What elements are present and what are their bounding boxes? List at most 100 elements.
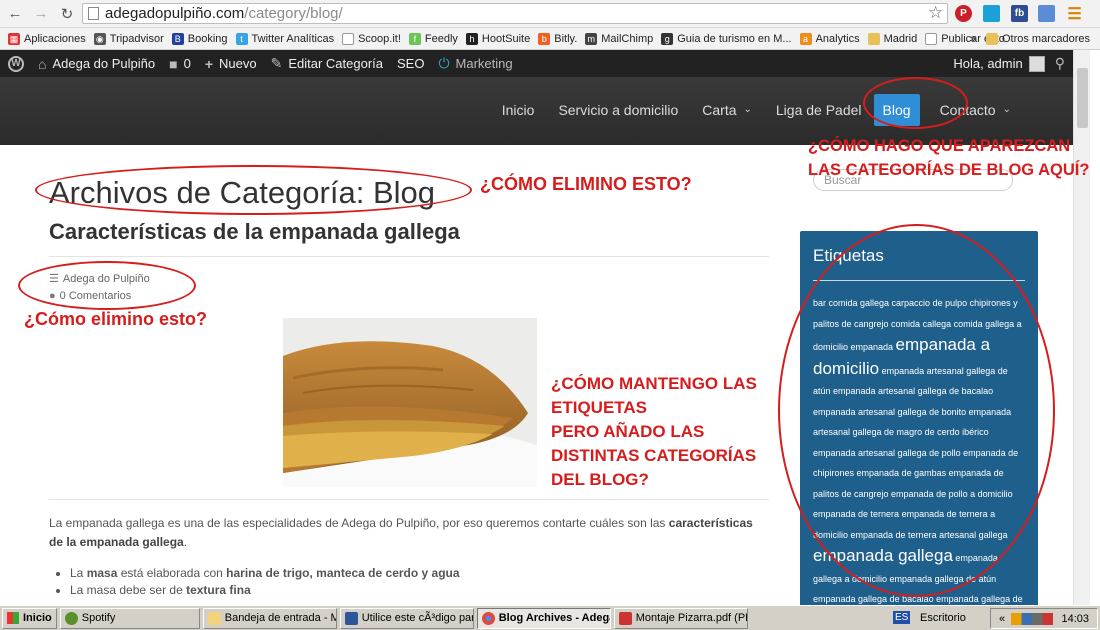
bookmark-scoopit[interactable]: Scoop.it! — [342, 32, 401, 45]
bookmark-analytics[interactable]: a Analytics — [799, 32, 860, 45]
task-outlook[interactable]: Bandeja de entrada - Mic... — [202, 607, 337, 629]
back-arrow-icon[interactable]: ← — [4, 3, 26, 25]
annotation-tags-categories: ¿CÓMO MANTENGO LAS ETIQUETAS PERO AÑADO … — [551, 374, 757, 489]
menu-item-carta[interactable]: Carta ⌄ — [690, 94, 764, 126]
post-title[interactable]: Características de la empanada gallega — [49, 219, 460, 245]
extension-icon[interactable] — [983, 5, 1000, 22]
url-domain: adegadopulpiño.com — [105, 5, 245, 22]
owl-icon: ◉ — [93, 32, 106, 45]
empanada-image[interactable] — [283, 318, 537, 487]
taskbar: Inicio Spotify Bandeja de entrada - Mic.… — [0, 605, 1100, 630]
post-excerpt: La empanada gallega es una de las especi… — [49, 516, 753, 549]
post-list: La masa está elaborada con harina de tri… — [70, 565, 460, 599]
seo-link[interactable]: SEO — [397, 56, 424, 71]
divider — [49, 256, 769, 257]
page-icon — [925, 32, 938, 45]
marketing-link[interactable]: ⏻ Marketing — [438, 55, 512, 72]
chevron-down-icon: ⌄ — [743, 104, 752, 115]
post-comments[interactable]: ● 0 Comentarios — [49, 290, 131, 302]
tag-cloud[interactable]: bar comida gallega carpaccio de pulpo ch… — [813, 293, 1027, 610]
avatar[interactable] — [1028, 55, 1045, 72]
analytics-icon: a — [799, 32, 812, 45]
plus-icon: + — [204, 55, 214, 72]
bookmark-guia[interactable]: g Guia de turismo en M... — [661, 32, 792, 45]
page-icon — [342, 32, 355, 45]
task-pdf[interactable]: Montaje Pizarra.pdf (PR... — [613, 607, 748, 629]
comments-link[interactable]: ■ 0 — [169, 56, 191, 72]
language-indicator[interactable]: ES — [893, 611, 911, 624]
page-content: Archivos de Categoría: Blog Característi… — [0, 145, 1073, 611]
scrollbar-thumb[interactable] — [1077, 68, 1088, 128]
bookmark-mailchimp[interactable]: m MailChimp — [585, 32, 653, 45]
comment-icon: ■ — [169, 55, 178, 72]
bookmark-twitter[interactable]: t Twitter Analíticas — [235, 32, 334, 45]
annotation-remove-meta: ¿Cómo elimino esto? — [24, 309, 208, 329]
apps-icon: ▦ — [8, 32, 20, 45]
start-button[interactable]: Inicio — [2, 607, 57, 629]
task-word[interactable]: Utilice este cÃ³digo para ... — [339, 607, 474, 629]
bookmark-tripadvisor[interactable]: ◉ Tripadvisor — [93, 32, 164, 45]
edit-category-link[interactable]: ✎ Editar Categoría — [271, 55, 383, 72]
bookmark-madrid[interactable]: Madrid — [867, 32, 917, 45]
folder-icon — [867, 32, 880, 45]
chrome-icon — [481, 611, 495, 625]
menu-item-contacto[interactable]: Contacto ⌄ — [928, 94, 1023, 126]
annotation-remove-title: ¿CÓMO ELIMINO ESTO? — [480, 174, 692, 194]
menu-item-liga[interactable]: Liga de Padel — [764, 94, 874, 126]
bookmark-star-icon[interactable]: ☆ — [928, 3, 943, 23]
clock[interactable]: 14:03 — [1061, 613, 1089, 625]
comment-icon: ● — [49, 290, 56, 302]
menu-icon[interactable]: ☰ — [1066, 5, 1083, 23]
widget-title: Etiquetas — [813, 246, 884, 265]
desktop-toolbar[interactable]: Escritorio — [920, 612, 966, 624]
list-item: La masa está elaborada con harina de tri… — [70, 565, 460, 582]
system-tray: « 14:03 — [990, 608, 1098, 629]
bookmark-hootsuite[interactable]: h HootSuite — [465, 32, 530, 45]
more-bookmarks-button[interactable]: » — [970, 33, 976, 45]
archive-title: Archivos de Categoría: Blog — [49, 175, 435, 210]
list-icon: ☰ — [49, 273, 59, 285]
bookmarks-bar: ▦ Aplicaciones ◉ Tripadvisor B Booking t Twi… — [0, 28, 1100, 50]
bookmark-feedly[interactable]: f Feedly — [408, 32, 458, 45]
bookmark-booking[interactable]: B Booking — [171, 32, 228, 45]
feedly-icon: f — [408, 32, 421, 45]
booking-icon: B — [171, 32, 184, 45]
wordpress-logo-icon[interactable]: W — [8, 55, 24, 72]
forward-arrow-icon[interactable]: → — [30, 3, 52, 25]
post-author[interactable]: ☰ Adega do Pulpiño — [49, 272, 150, 286]
wp-admin-bar: W ⌂ Adega do Pulpiño ■ 0 + Nuevo ✎ Editar Ca… — [0, 50, 1073, 77]
menu-item-inicio[interactable]: Inicio — [490, 94, 547, 126]
task-chrome[interactable]: Blog Archives - Adega... — [476, 607, 611, 629]
reload-icon[interactable]: ↻ — [56, 3, 78, 25]
facebook-extension-icon[interactable]: fb — [1011, 5, 1028, 22]
search-icon[interactable]: ⚲ — [1055, 55, 1065, 72]
bookmark-bitly[interactable]: b Bitly. — [538, 32, 577, 45]
tags-widget: Etiquetas bar comida gallega carpaccio d… — [800, 231, 1038, 611]
list-item: La masa debe ser de textura fina — [70, 582, 460, 599]
pinterest-icon[interactable]: P — [955, 5, 972, 22]
divider — [813, 280, 1025, 281]
tray-arrow-icon[interactable]: « — [999, 613, 1005, 625]
menu-item-servicio[interactable]: Servicio a domicilio — [546, 94, 690, 126]
main-menu: Inicio Servicio a domicilio Carta ⌄ Liga … — [490, 94, 1023, 126]
new-content-link[interactable]: + Nuevo — [205, 56, 257, 72]
site-name-link[interactable]: ⌂ Adega do Pulpiño — [38, 56, 155, 72]
tray-icons[interactable] — [1011, 612, 1054, 625]
pencil-icon: ✎ — [270, 55, 283, 71]
divider — [49, 499, 769, 500]
admin-greeting[interactable]: Hola, admin — [953, 56, 1022, 71]
bookmark-apps[interactable]: ▦ Aplicaciones — [8, 32, 86, 45]
address-bar[interactable]: adegadopulpiño.com/category/blog/ — [82, 3, 948, 24]
mailchimp-icon: m — [585, 32, 598, 45]
url-path: /category/blog/ — [244, 5, 343, 22]
windows-logo-icon — [7, 612, 19, 624]
menu-item-blog[interactable]: Blog — [873, 94, 920, 126]
annotation-categories-here: ¿CÓMO HAGO QUE APAREZCAN LAS CATEGORÍAS … — [808, 137, 1090, 179]
pdf-icon — [618, 611, 632, 625]
other-bookmarks[interactable]: Otros marcadores — [985, 33, 1090, 45]
dropbox-extension-icon[interactable] — [1038, 5, 1055, 22]
folder-icon — [985, 33, 998, 45]
home-icon: ⌂ — [38, 55, 47, 72]
spotify-icon — [64, 611, 78, 625]
task-spotify[interactable]: Spotify — [59, 607, 200, 629]
